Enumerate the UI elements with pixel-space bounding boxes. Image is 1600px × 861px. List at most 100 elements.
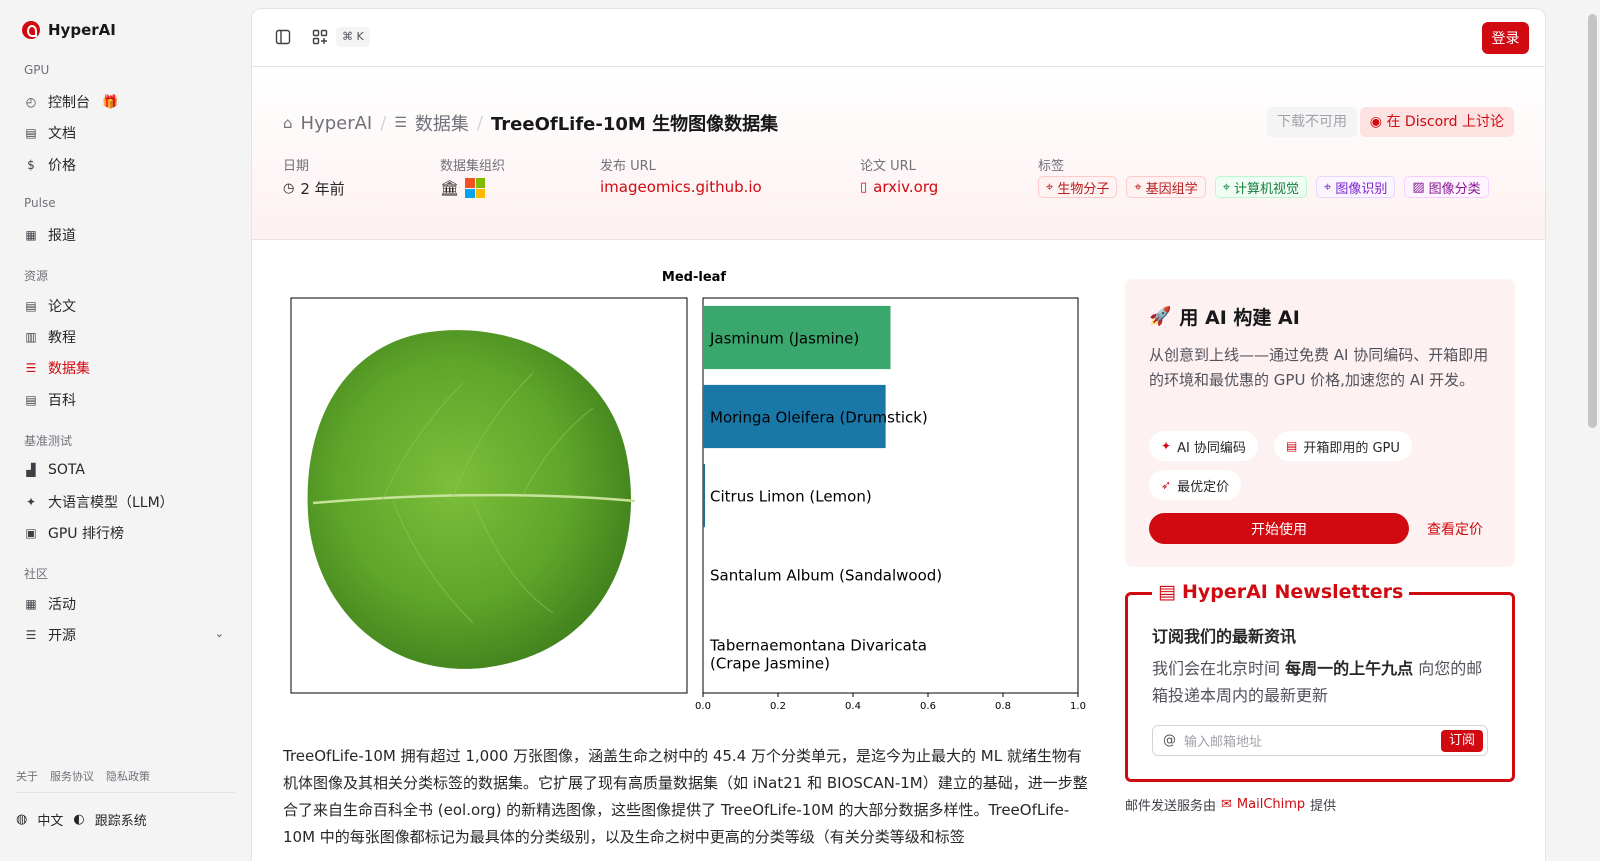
language-switch[interactable]: 中文 — [37, 810, 63, 829]
sidebar-item-datasets[interactable]: ☰ 数据集 — [16, 354, 234, 382]
sidebar-item-llm[interactable]: ✦ 大语言模型（LLM） — [16, 488, 234, 516]
sidebar-item-docs[interactable]: ▤ 文档 — [16, 119, 234, 147]
mail-by-pre: 邮件发送服务由 — [1125, 799, 1217, 814]
pill-ai-coding[interactable]: ✦ AI 协同编码 — [1149, 431, 1258, 461]
tag-label: 计算机视觉 — [1234, 181, 1300, 197]
paper-url-link[interactable]: ▯ arxiv.org — [860, 178, 938, 196]
sparkles-icon: ✦ — [1161, 439, 1172, 453]
clock-icon: ◷ — [283, 181, 295, 196]
tag-icon: ⌖ — [1134, 179, 1142, 195]
sidebar-item-gpu-leaderboard[interactable]: ▣ GPU 排行榜 — [16, 519, 234, 547]
tag-chip[interactable]: ▨ 图像分类 — [1404, 176, 1489, 198]
footer-link-about[interactable]: 关于 — [16, 768, 38, 784]
mailchimp-link[interactable]: MailChimp — [1237, 797, 1305, 812]
sidebar-item-sota[interactable]: ▟ SOTA — [16, 456, 234, 484]
x-axis: 0.0 0.2 0.4 0.6 0.8 1.0 — [695, 693, 1086, 712]
sidebar-item-news[interactable]: ▦ 报道 — [16, 221, 234, 249]
tag-list: ⌖ 生物分子 ⌖ 基因组学 ⌖ 计算机视觉 ⌖ 图像识别 ▨ 图像分类 — [1038, 176, 1489, 198]
tag-label: 图像分类 — [1428, 181, 1481, 197]
footer-link-terms[interactable]: 服务协议 — [50, 768, 94, 784]
sidebar-item-label: 控制台 — [48, 95, 90, 111]
download-button[interactable]: 下载不可用 — [1267, 107, 1357, 137]
sidebar-item-console[interactable]: ◴ 控制台 🎁 — [16, 88, 234, 116]
login-button[interactable]: 登录 — [1482, 22, 1529, 54]
tag-chip[interactable]: ⌖ 计算机视觉 — [1214, 176, 1308, 198]
x-tick-label: 0.8 — [995, 701, 1011, 712]
microsoft-logo-icon[interactable] — [465, 178, 486, 198]
date-text: 2 年前 — [300, 180, 345, 198]
tag-chip[interactable]: ⌖ 基因组学 — [1126, 176, 1206, 198]
hyperai-logo-icon — [22, 21, 40, 39]
dollar-icon: $ — [27, 158, 35, 172]
sidebar-item-events[interactable]: ▦ 活动 — [16, 590, 234, 618]
sidebar-item-label: 报道 — [48, 228, 76, 244]
x-tick-label: 0.6 — [920, 701, 936, 712]
command-shortcut[interactable]: ⌘ K — [336, 27, 370, 47]
tag-icon: ⌖ — [1222, 179, 1231, 195]
sidebar-item-label: 数据集 — [48, 361, 90, 377]
breadcrumb-datasets[interactable]: 数据集 — [415, 110, 469, 136]
sidebar-item-label: 活动 — [48, 597, 76, 613]
start-button[interactable]: 开始使用 — [1149, 513, 1409, 544]
leaf-image — [307, 330, 636, 669]
bar-label: Moringa Oleifera (Drumstick) — [710, 409, 928, 427]
server-icon: ▤ — [1286, 439, 1298, 453]
sidebar-item-open-source[interactable]: ☰ 开源 ⌄ — [16, 621, 234, 649]
build-ai-card: 🚀 用 AI 构建 AI 从创意到上线——通过免费 AI 协同编码、开箱即用的环… — [1125, 279, 1515, 567]
database-icon: ☰ — [25, 361, 37, 375]
email-input[interactable]: @ 输入邮箱地址 订阅 — [1152, 725, 1488, 756]
sidebar-item-tutorials[interactable]: ▥ 教程 — [16, 323, 234, 351]
tag-label: 生物分子 — [1057, 181, 1110, 197]
newsletter-title: ▤ HyperAI Newsletters — [1152, 581, 1410, 603]
tracking-icon: ◐ — [73, 812, 85, 827]
breadcrumb-home[interactable]: HyperAI — [301, 113, 373, 134]
encyclopedia-icon: ▤ — [25, 393, 37, 407]
calendar-icon: ▦ — [25, 597, 37, 611]
chart-title: Med-leaf — [662, 270, 727, 285]
sidebar-item-papers[interactable]: ▤ 论文 — [16, 292, 234, 320]
sidebar-item-label: 论文 — [48, 299, 76, 315]
desc-bold: 每周一的上午九点 — [1285, 659, 1414, 678]
dataset-sample-figure: Med-leaf Jasminum (Jasmine) Moringa Oleif… — [283, 263, 1093, 718]
bar — [703, 463, 705, 528]
pill-pricing[interactable]: ➶ 最优定价 — [1149, 470, 1242, 500]
apps-grid-icon[interactable] — [310, 27, 330, 47]
org-label: 数据集组织 — [440, 159, 506, 174]
doc-icon: ▤ — [25, 126, 37, 140]
section-title-benchmarks: 基准测试 — [24, 434, 73, 448]
footer-link-privacy[interactable]: 隐私政策 — [106, 768, 150, 784]
pill-label: 开箱即用的 GPU — [1303, 440, 1400, 456]
chip-icon: ▣ — [25, 526, 37, 540]
page-scrollbar[interactable] — [1588, 14, 1597, 428]
subscribe-button[interactable]: 订阅 — [1440, 730, 1483, 752]
footer-bottom: ◍ 中文 ◐ 跟踪系统 — [16, 810, 147, 829]
x-tick-label: 0.4 — [845, 701, 861, 712]
pill-gpu[interactable]: ▤ 开箱即用的 GPU — [1274, 431, 1412, 461]
bar-label: Citrus Limon (Lemon) — [710, 488, 872, 506]
dataset-header: ⌂ HyperAI / ☰ 数据集 / TreeOfLife-10M 生物图像数… — [252, 67, 1545, 240]
topbar: ⌘ K 登录 — [252, 9, 1545, 67]
sidebar-toggle-icon[interactable] — [273, 27, 293, 47]
chevron-down-icon: ⌄ — [214, 627, 224, 640]
newsletter-title-text: HyperAI Newsletters — [1181, 581, 1404, 603]
tag-chip[interactable]: ⌖ 图像识别 — [1316, 176, 1396, 198]
view-pricing-link[interactable]: 查看定价 — [1427, 519, 1483, 539]
globe-icon: ◍ — [16, 812, 28, 827]
sidebar-item-label: SOTA — [48, 462, 85, 478]
discord-icon: ◉ — [1369, 114, 1383, 130]
newspaper-icon: ▦ — [25, 228, 37, 242]
sidebar-item-wiki[interactable]: ▤ 百科 — [16, 386, 234, 414]
tag-chip[interactable]: ⌖ 生物分子 — [1038, 176, 1118, 198]
rocket-icon: 🚀 — [1149, 306, 1172, 327]
discord-button[interactable]: ◉ 在 Discord 上讨论 — [1359, 107, 1514, 137]
section-title-gpu: GPU — [24, 63, 50, 77]
footer-divider — [16, 792, 235, 793]
brand[interactable]: HyperAI — [22, 21, 116, 39]
tag-icon: ⌖ — [1046, 179, 1054, 195]
breadcrumb-separator: / — [380, 112, 387, 134]
tracking-link[interactable]: 跟踪系统 — [95, 810, 147, 829]
sidebar-item-pricing[interactable]: $ 价格 — [16, 151, 234, 179]
release-url-link[interactable]: imageomics.github.io — [600, 178, 762, 196]
newsletter-card: ▤ HyperAI Newsletters 订阅我们的最新资讯 我们会在北京时间… — [1125, 581, 1515, 782]
x-tick-label: 0.2 — [770, 701, 786, 712]
